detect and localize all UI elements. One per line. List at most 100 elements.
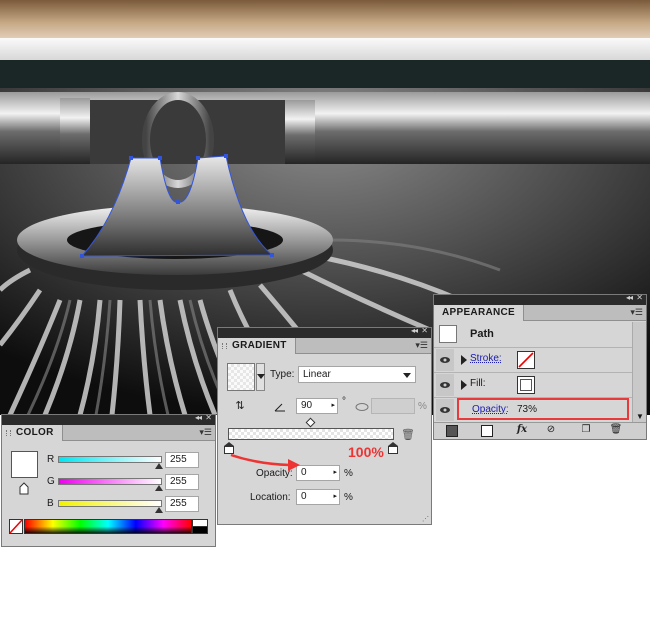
r-input[interactable]: 255 — [165, 452, 199, 468]
annotation-arrow — [230, 453, 300, 471]
slider-thumb[interactable] — [155, 463, 163, 469]
channel-row: G 255 — [2, 473, 217, 493]
close-icon[interactable]: ✕ — [205, 413, 212, 422]
add-new-stroke-icon[interactable] — [446, 425, 458, 437]
appearance-toolbar: fx ⊘ ❐ 🗑 — [434, 422, 646, 439]
gradient-panel: ◂◂✕ GRADIENT ▾☰ Type: Linear ⇅ 90 ▸ ° % — [217, 326, 432, 525]
duplicate-item-icon[interactable]: ❐ — [579, 424, 593, 436]
panel-menu-icon[interactable]: ▾☰ — [199, 427, 212, 438]
tab-row: COLOR ▾☰ — [2, 425, 215, 441]
resize-grip-icon[interactable]: ⋰ — [422, 515, 429, 523]
angle-input[interactable]: 90 ▸ — [296, 398, 338, 414]
aspect-percent: % — [418, 401, 427, 412]
object-thumbnail — [439, 325, 457, 343]
aspect-ratio-icon — [355, 403, 369, 411]
color-panel: ◂◂ ✕ COLOR ▾☰ R 255 G 255 B 255 — [1, 413, 217, 547]
screenshot-stage: ◂◂ ✕ APPEARANCE ▾☰ Path Stroke: Fill: Opa… — [0, 0, 650, 627]
scroll-down-icon[interactable]: ▼ — [636, 412, 644, 421]
collapse-icon[interactable]: ◂◂ — [626, 293, 633, 302]
location-label: Location: — [250, 492, 291, 503]
stepper-arrow-icon[interactable]: ▸ — [333, 466, 337, 480]
tab-row: GRADIENT ▾☰ — [218, 338, 431, 354]
visibility-eye-icon[interactable] — [436, 374, 454, 396]
panel-titlebar[interactable]: ◂◂ ✕ — [2, 413, 215, 425]
annotation-100-percent: 100% — [348, 444, 384, 460]
gradient-stop-right[interactable] — [388, 442, 398, 454]
angle-value: 90 — [301, 400, 313, 411]
opacity-percent: % — [344, 468, 353, 479]
type-label: Type: — [270, 369, 295, 380]
add-new-effect-icon[interactable]: fx — [512, 424, 532, 436]
highlight-box — [457, 398, 629, 420]
location-value: 0 — [301, 491, 307, 502]
aspect-ratio-input — [371, 398, 415, 414]
r-value: 255 — [170, 454, 187, 465]
g-input[interactable]: 255 — [165, 474, 199, 490]
expand-triangle-icon[interactable] — [461, 380, 467, 390]
chevron-down-icon — [403, 373, 411, 378]
channel-label: R — [47, 454, 55, 465]
black-swatch[interactable] — [192, 526, 208, 534]
location-input[interactable]: 0 ▸ — [296, 489, 340, 505]
gradient-thumbnail[interactable] — [227, 363, 255, 391]
panel-titlebar[interactable]: ◂◂ ✕ — [434, 293, 646, 305]
object-name: Path — [470, 328, 494, 340]
delete-stop-icon[interactable]: 🗑 — [401, 429, 415, 441]
type-select[interactable]: Linear — [298, 366, 416, 383]
stroke-row[interactable]: Stroke: — [434, 348, 632, 372]
fill-row[interactable]: Fill: — [434, 373, 632, 397]
channel-row: R 255 — [2, 451, 217, 471]
grip-icon[interactable] — [6, 430, 11, 436]
degree-symbol: ° — [342, 396, 346, 407]
thumbnail-dropdown[interactable] — [256, 363, 265, 391]
panel-menu-icon[interactable]: ▾☰ — [415, 340, 428, 351]
g-slider[interactable] — [58, 478, 162, 485]
angle-icon — [274, 403, 285, 412]
reverse-gradient-icon[interactable]: ⇅ — [232, 400, 248, 412]
close-icon[interactable]: ✕ — [636, 293, 643, 302]
tab-appearance[interactable]: APPEARANCE — [434, 305, 525, 321]
r-slider[interactable] — [58, 456, 162, 463]
chevron-down-icon — [257, 374, 265, 379]
b-input[interactable]: 255 — [165, 496, 199, 512]
tab-gradient[interactable]: GRADIENT — [218, 338, 296, 354]
color-spectrum[interactable] — [24, 519, 192, 534]
location-percent: % — [344, 492, 353, 503]
tab-color[interactable]: COLOR — [2, 425, 63, 441]
channel-row: B 255 — [2, 495, 217, 515]
fill-label: Fill: — [470, 378, 486, 389]
expand-triangle-icon[interactable] — [461, 355, 467, 365]
collapse-icon[interactable]: ◂◂ — [195, 413, 202, 422]
grip-icon[interactable] — [222, 343, 227, 349]
stroke-swatch-none-icon[interactable] — [517, 351, 535, 369]
scrollbar[interactable]: ▼ — [632, 322, 646, 423]
b-slider[interactable] — [58, 500, 162, 507]
none-swatch-icon[interactable] — [9, 519, 23, 534]
slider-thumb[interactable] — [155, 485, 163, 491]
visibility-eye-icon[interactable] — [436, 399, 454, 421]
add-new-fill-icon[interactable] — [481, 425, 493, 437]
gradient-slider-bar[interactable] — [228, 428, 394, 440]
visibility-eye-icon[interactable] — [436, 349, 454, 371]
close-icon[interactable]: ✕ — [421, 326, 428, 335]
tab-label: COLOR — [16, 427, 54, 438]
stroke-label[interactable]: Stroke: — [470, 353, 502, 364]
slider-thumb[interactable] — [155, 507, 163, 513]
object-row: Path — [434, 322, 632, 346]
appearance-panel: ◂◂ ✕ APPEARANCE ▾☰ Path Stroke: Fill: Opa… — [433, 293, 647, 440]
tab-label: APPEARANCE — [442, 307, 516, 318]
delete-item-icon[interactable]: 🗑 — [609, 424, 623, 436]
collapse-icon[interactable]: ◂◂ — [411, 326, 418, 335]
midpoint-diamond[interactable] — [305, 417, 316, 428]
type-value: Linear — [303, 369, 331, 380]
g-value: 255 — [170, 476, 187, 487]
tab-row: APPEARANCE ▾☰ — [434, 305, 646, 321]
fill-swatch-icon[interactable] — [517, 376, 535, 394]
stepper-arrow-icon[interactable]: ▸ — [331, 399, 335, 413]
panel-menu-icon[interactable]: ▾☰ — [630, 307, 643, 318]
b-value: 255 — [170, 498, 187, 509]
clear-appearance-icon[interactable]: ⊘ — [544, 424, 558, 436]
panel-titlebar[interactable]: ◂◂ ✕ — [218, 326, 431, 338]
stepper-arrow-icon[interactable]: ▸ — [333, 490, 337, 504]
channel-label: G — [47, 476, 55, 487]
